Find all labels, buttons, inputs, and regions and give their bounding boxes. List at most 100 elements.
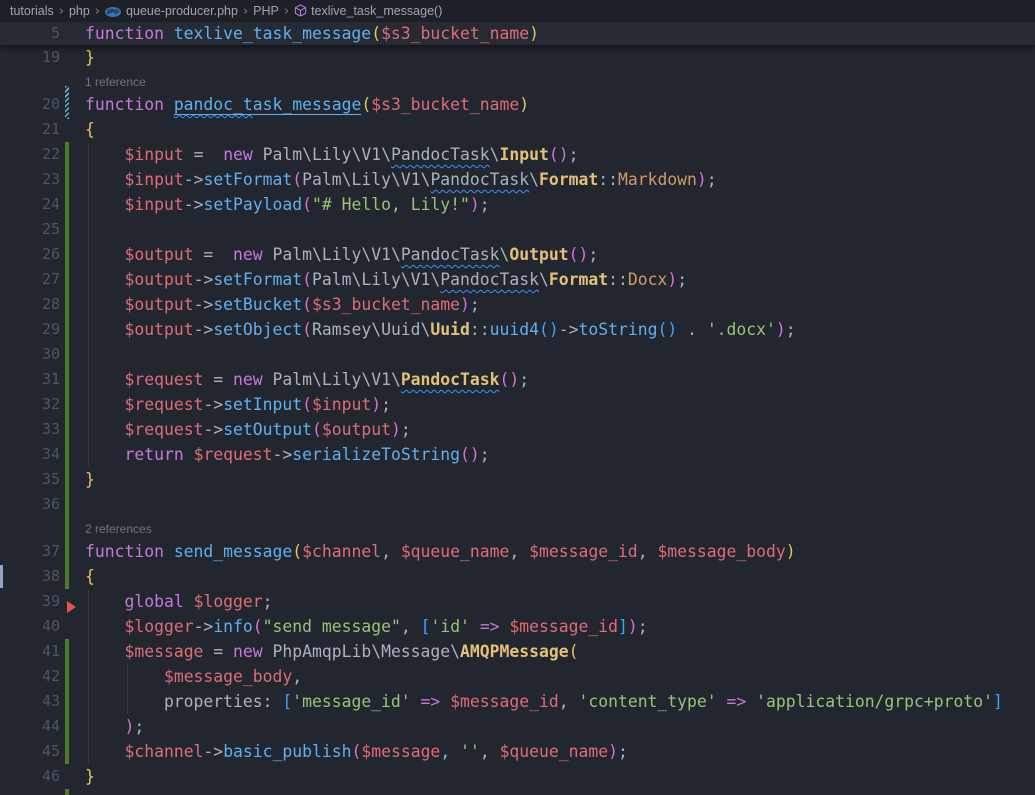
code-text: { (85, 117, 95, 142)
breadcrumb-item[interactable]: PHP (253, 4, 279, 18)
line-number: 26 (0, 242, 60, 267)
gutter-added-indicator[interactable] (65, 789, 69, 795)
code-token: . (677, 320, 707, 339)
code-text: $input->setFormat(Palm\Lily\V1\PandocTas… (85, 167, 717, 192)
code-token (85, 245, 124, 264)
code-token: { (85, 120, 95, 139)
gutter-space (60, 689, 85, 714)
code-text: } (85, 467, 95, 492)
code-line[interactable]: 21{ (0, 117, 1035, 142)
code-line[interactable]: 46} (0, 764, 1035, 789)
breadcrumb-item[interactable]: tutorials (10, 4, 54, 18)
code-token: ) (559, 145, 569, 164)
code-token: ; (381, 395, 391, 414)
code-line[interactable]: 20function pandoc_task_message($s3_bucke… (0, 92, 1035, 117)
code-token (85, 195, 124, 214)
code-line[interactable]: 42 $message_body, (0, 664, 1035, 689)
code-token: -> (203, 395, 223, 414)
gutter-deleted-indicator[interactable] (67, 601, 76, 613)
line-number: 29 (0, 317, 60, 342)
code-text: $output->setBucket($s3_bucket_name); (85, 292, 480, 317)
code-line[interactable]: 24 $input->setPayload("# Hello, Lily!"); (0, 192, 1035, 217)
code-token: ] (618, 617, 628, 636)
code-line[interactable]: 32 $request->setInput($input); (0, 392, 1035, 417)
gutter-modified-indicator[interactable] (65, 86, 69, 119)
code-line[interactable]: 25 (0, 217, 1035, 242)
gutter-space (60, 392, 85, 417)
code-token: PandocTask (401, 370, 500, 389)
codelens-references-link[interactable]: 2 references (85, 517, 152, 539)
code-token: -> (203, 420, 223, 439)
gutter-space (60, 22, 85, 45)
gutter-space (60, 117, 85, 142)
code-token: ; (134, 717, 144, 736)
breadcrumb-item[interactable]: texlive_task_message() (294, 4, 442, 18)
code-line[interactable]: 40 $logger->info("send message", ['id' =… (0, 614, 1035, 639)
gutter-added-indicator[interactable] (65, 142, 69, 589)
code-line[interactable]: 43 properties: ['message_id' => $message… (0, 689, 1035, 714)
breadcrumb-item[interactable]: php (69, 4, 90, 18)
code-token (85, 295, 124, 314)
code-token: $output (124, 245, 193, 264)
line-number: 42 (0, 664, 60, 689)
code-line[interactable]: 30 (0, 342, 1035, 367)
code-line[interactable]: 5function texlive_task_message($s3_bucke… (0, 22, 539, 45)
code-token: ( (657, 320, 667, 339)
code-line[interactable]: 37function send_message($channel, $queue… (0, 539, 1035, 564)
code-token: $message_id (450, 692, 559, 711)
code-token: Palm\Lily\V1\ (312, 270, 440, 289)
code-line[interactable]: 36 (0, 492, 1035, 517)
code-token (184, 592, 194, 611)
code-token: :: (598, 170, 618, 189)
code-line[interactable]: 23 $input->setFormat(Palm\Lily\V1\Pandoc… (0, 167, 1035, 192)
code-line[interactable]: 33 $request->setOutput($output); (0, 417, 1035, 442)
code-lines: 19}1 reference20function pandoc_task_mes… (0, 45, 1035, 789)
code-line[interactable]: 41 $message = new PhpAmqpLib\Message\AMQ… (0, 639, 1035, 664)
code-token: Palm\Lily\V1\ (263, 370, 401, 389)
code-line[interactable]: 26 $output = new Palm\Lily\V1\PandocTask… (0, 242, 1035, 267)
code-line[interactable]: 38{ (0, 564, 1035, 589)
code-line[interactable]: 45 $channel->basic_publish($message, '',… (0, 739, 1035, 764)
code-line[interactable]: 31 $request = new Palm\Lily\V1\PandocTas… (0, 367, 1035, 392)
line-number: 22 (0, 142, 60, 167)
code-token: Palm\Lily\V1\ (302, 170, 430, 189)
editor-pane[interactable]: 19}1 reference20function pandoc_task_mes… (0, 22, 1035, 795)
code-token: ( (302, 395, 312, 414)
code-line[interactable]: 35} (0, 467, 1035, 492)
breadcrumb-item[interactable]: phpqueue-producer.php (105, 4, 238, 18)
code-line[interactable]: 39 global $logger; (0, 589, 1035, 614)
line-number: 30 (0, 342, 60, 367)
code-token: ( (312, 420, 322, 439)
code-token: ; (569, 145, 579, 164)
indent-guide (88, 144, 89, 466)
breadcrumb-label: queue-producer.php (126, 4, 238, 18)
code-token: new (233, 370, 263, 389)
code-token: , (440, 742, 460, 761)
code-token: ( (500, 370, 510, 389)
code-line[interactable]: 27 $output->setFormat(Palm\Lily\V1\Pando… (0, 267, 1035, 292)
code-token: $input (124, 145, 183, 164)
code-line[interactable]: 29 $output->setObject(Ramsey\Uuid\Uuid::… (0, 317, 1035, 342)
code-line[interactable]: 34 return $request->serializeToString(); (0, 442, 1035, 467)
code-token: ) (697, 170, 707, 189)
gutter-space (60, 564, 85, 589)
codelens-references-link[interactable]: 1 reference (85, 70, 146, 92)
line-number: 43 (0, 689, 60, 714)
code-token (85, 445, 124, 464)
code-token: :: (470, 320, 490, 339)
code-text: $message = new PhpAmqpLib\Message\AMQPMe… (85, 639, 578, 664)
code-line[interactable]: 22 $input = new Palm\Lily\V1\PandocTask\… (0, 142, 1035, 167)
code-line[interactable]: 19} (0, 45, 1035, 70)
code-token: ) (549, 320, 559, 339)
code-line[interactable]: 44 ); (0, 714, 1035, 739)
chevron-right-icon: › (59, 4, 64, 19)
sticky-scroll-line[interactable]: 5function texlive_task_message($s3_bucke… (0, 22, 1035, 45)
code-line[interactable]: 28 $output->setBucket($s3_bucket_name); (0, 292, 1035, 317)
code-token (85, 145, 124, 164)
code-token: => (421, 692, 441, 711)
gutter-added-indicator[interactable] (65, 639, 69, 764)
line-number: 5 (0, 22, 60, 45)
code-token (85, 717, 124, 736)
gutter-space (60, 217, 85, 242)
code-token: function (85, 95, 174, 114)
